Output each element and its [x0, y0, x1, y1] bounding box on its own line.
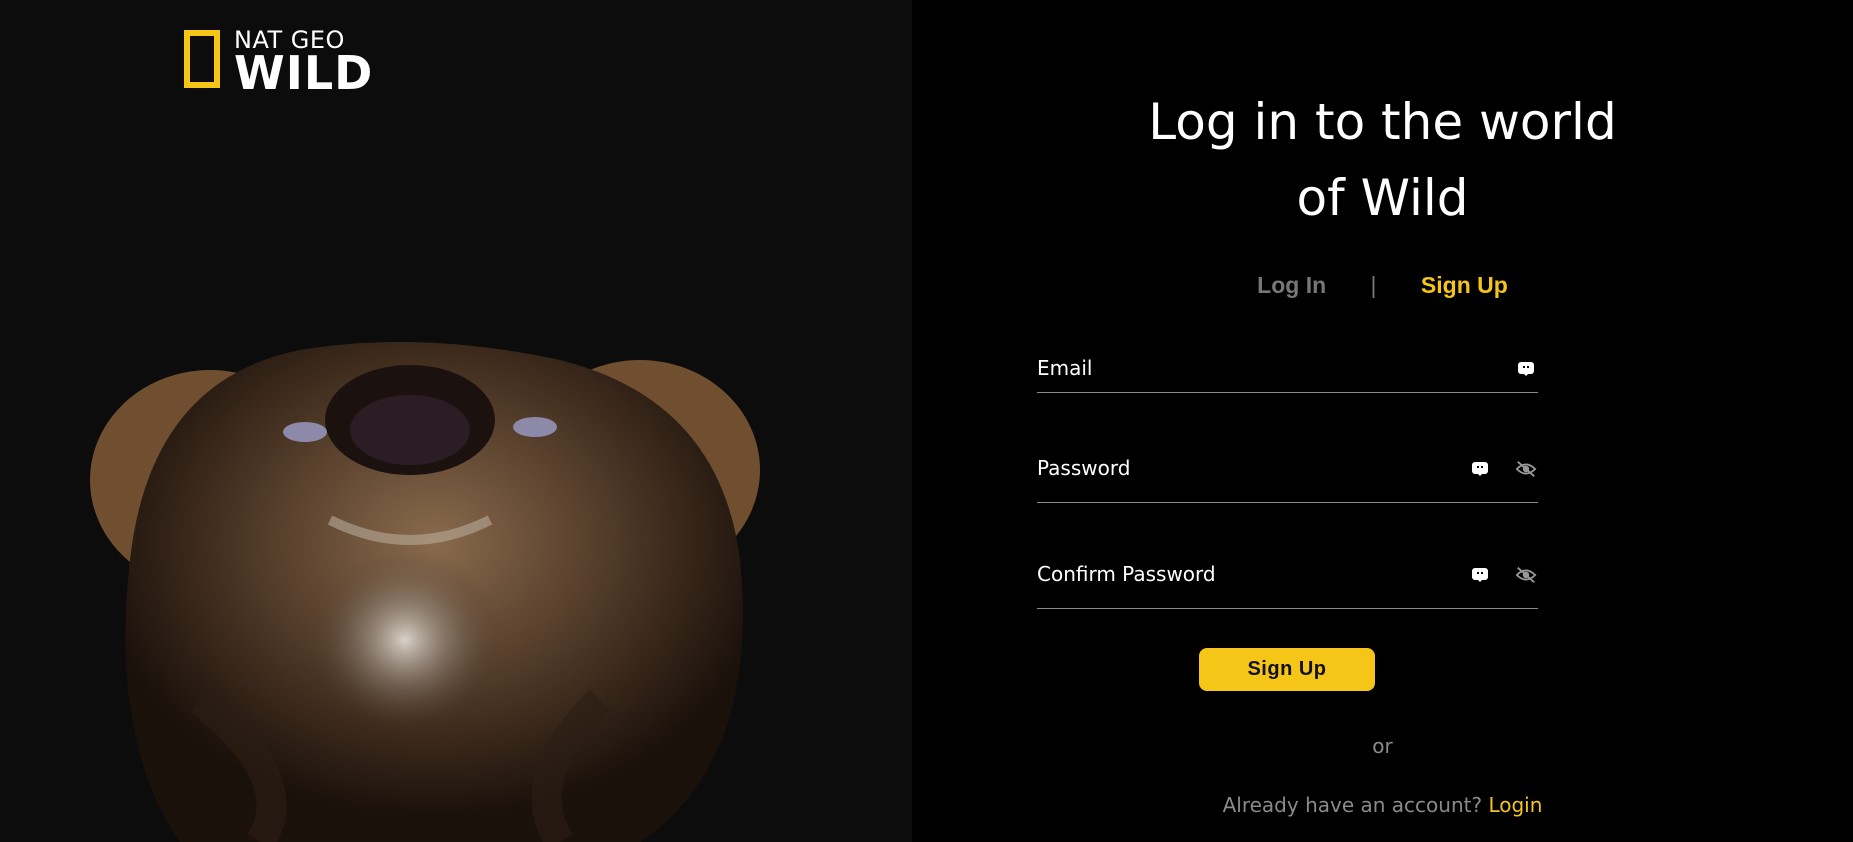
email-field-wrapper: [1037, 348, 1538, 393]
or-divider: or: [1372, 734, 1393, 758]
tab-separator: |: [1370, 272, 1377, 298]
auth-panel: Log in to the world of Wild Log In | Sig…: [912, 0, 1853, 842]
page-title: Log in to the world of Wild: [912, 84, 1853, 236]
password-field-wrapper: [1037, 448, 1538, 503]
already-account-label: Already have an account?: [1222, 793, 1483, 817]
already-account-text: Already have an account? Login: [912, 793, 1853, 817]
title-line-1: Log in to the world: [1148, 93, 1617, 151]
confirm-password-field-wrapper: [1037, 554, 1538, 609]
password-field[interactable]: [1037, 448, 1457, 488]
keyboard-badge-icon: [1469, 564, 1491, 586]
signup-button[interactable]: Sign Up: [1199, 648, 1375, 691]
eye-slash-icon[interactable]: [1515, 564, 1537, 586]
login-link[interactable]: Login: [1488, 793, 1542, 817]
title-line-2: of Wild: [1296, 169, 1469, 227]
hero-panel: NAT GEO WILD: [0, 0, 912, 842]
tab-login[interactable]: Log In: [1257, 272, 1326, 299]
email-field[interactable]: [1037, 348, 1457, 388]
logo-main-text: WILD: [234, 46, 374, 100]
natgeo-wild-logo: NAT GEO WILD: [182, 26, 372, 98]
lion-image: [90, 342, 760, 842]
auth-tabs: Log In | Sign Up: [912, 272, 1853, 299]
eye-slash-icon[interactable]: [1515, 458, 1537, 480]
keyboard-badge-icon: [1515, 358, 1537, 380]
keyboard-badge-icon: [1469, 458, 1491, 480]
tab-signup[interactable]: Sign Up: [1421, 272, 1508, 299]
logo-frame-icon: [184, 30, 220, 88]
confirm-password-field[interactable]: [1037, 554, 1457, 594]
